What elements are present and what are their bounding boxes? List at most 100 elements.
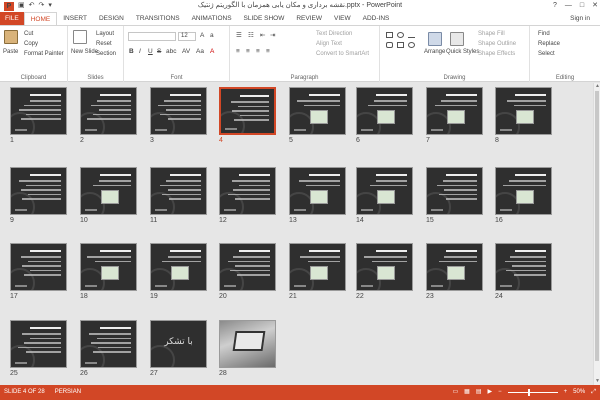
font-size-box[interactable]: 12 bbox=[178, 32, 196, 41]
slide-preview[interactable] bbox=[80, 167, 137, 215]
minimize-icon[interactable]: — bbox=[565, 0, 572, 12]
shadow-button[interactable]: abc bbox=[166, 48, 176, 56]
change-case-button[interactable]: Aa bbox=[196, 48, 204, 56]
convert-smartart-button[interactable]: Convert to SmartArt bbox=[316, 50, 369, 58]
zoom-out-button[interactable]: − bbox=[498, 385, 502, 400]
bold-button[interactable]: B bbox=[129, 48, 134, 56]
reading-view-icon[interactable]: ▤ bbox=[476, 385, 482, 400]
slide-preview[interactable] bbox=[289, 87, 346, 135]
replace-button[interactable]: Replace bbox=[538, 40, 560, 48]
slide-preview[interactable] bbox=[10, 167, 67, 215]
zoom-slider[interactable] bbox=[507, 389, 558, 396]
slide-thumbnail[interactable]: 5 bbox=[289, 87, 346, 144]
slide-preview[interactable] bbox=[495, 87, 552, 135]
char-spacing-button[interactable]: AV bbox=[182, 48, 190, 56]
slide-preview[interactable] bbox=[495, 167, 552, 215]
slide-thumbnail[interactable]: 2 bbox=[80, 87, 137, 144]
slide-thumbnail[interactable]: 7 bbox=[426, 87, 483, 144]
slide-thumbnail[interactable]: 28 bbox=[219, 320, 276, 377]
slide-thumbnail[interactable]: 21 bbox=[289, 243, 346, 300]
bullets-icon[interactable]: ☰ bbox=[236, 32, 242, 40]
zoom-in-button[interactable]: + bbox=[564, 385, 568, 400]
reset-button[interactable]: Reset bbox=[96, 40, 112, 48]
tab-animations[interactable]: ANIMATIONS bbox=[186, 12, 238, 25]
tab-view[interactable]: VIEW bbox=[328, 12, 357, 25]
new-slide-button[interactable]: New Slide bbox=[71, 48, 98, 56]
slide-thumbnail[interactable]: 6 bbox=[356, 87, 413, 144]
underline-button[interactable]: U bbox=[148, 48, 153, 56]
shape-effects-button[interactable]: Shape Effects bbox=[478, 50, 515, 58]
slide-preview[interactable] bbox=[289, 167, 346, 215]
slide-thumbnail[interactable]: 20 bbox=[219, 243, 276, 300]
shape-fill-button[interactable]: Shape Fill bbox=[478, 30, 505, 38]
decrease-indent-icon[interactable]: ⇤ bbox=[260, 32, 265, 40]
slide-preview[interactable] bbox=[80, 320, 137, 368]
slide-preview[interactable] bbox=[80, 87, 137, 135]
slide-thumbnail[interactable]: 25 bbox=[10, 320, 67, 377]
help-icon[interactable]: ? bbox=[553, 0, 557, 12]
scroll-down-icon[interactable]: ▼ bbox=[594, 378, 600, 385]
fit-to-window-icon[interactable]: ⤢ bbox=[591, 385, 596, 400]
slide-thumbnail[interactable]: 15 bbox=[426, 167, 483, 224]
slide-thumbnail[interactable]: 14 bbox=[356, 167, 413, 224]
redo-icon[interactable]: ↷ bbox=[39, 1, 45, 11]
sign-in-link[interactable]: Sign in bbox=[570, 12, 590, 25]
slide-preview[interactable] bbox=[356, 243, 413, 291]
justify-icon[interactable]: ≡ bbox=[266, 48, 270, 56]
slide-preview[interactable] bbox=[426, 87, 483, 135]
select-button[interactable]: Select bbox=[538, 50, 555, 58]
slide-preview[interactable] bbox=[219, 87, 276, 135]
font-color-button[interactable]: A bbox=[210, 48, 214, 56]
slide-thumbnail[interactable]: 3 bbox=[150, 87, 207, 144]
tab-add-ins[interactable]: ADD-INS bbox=[357, 12, 396, 25]
align-left-icon[interactable]: ≡ bbox=[236, 48, 240, 56]
slideshow-view-icon[interactable]: ▶ bbox=[488, 385, 493, 400]
tab-file[interactable]: FILE bbox=[0, 12, 24, 25]
slide-thumbnail[interactable]: 8 bbox=[495, 87, 552, 144]
slide-preview[interactable] bbox=[219, 320, 276, 368]
oval-shape-icon[interactable] bbox=[397, 32, 404, 38]
language-status[interactable]: PERSIAN bbox=[55, 385, 81, 400]
slide-preview[interactable] bbox=[356, 167, 413, 215]
numbering-icon[interactable]: ☷ bbox=[248, 32, 254, 40]
strikethrough-button[interactable]: S bbox=[157, 48, 161, 56]
arrange-button[interactable]: Arrange bbox=[424, 48, 445, 56]
slide-preview[interactable]: با تشکر bbox=[150, 320, 207, 368]
slide-preview[interactable] bbox=[150, 167, 207, 215]
zoom-level[interactable]: 50% bbox=[573, 385, 585, 400]
slide-thumbnail[interactable]: 19 bbox=[150, 243, 207, 300]
slide-thumbnail[interactable]: 24 bbox=[495, 243, 552, 300]
slide-thumbnail[interactable]: 16 bbox=[495, 167, 552, 224]
tab-slide-show[interactable]: SLIDE SHOW bbox=[238, 12, 291, 25]
slide-thumbnail[interactable]: 12 bbox=[219, 167, 276, 224]
cut-button[interactable]: Cut bbox=[24, 30, 33, 38]
tab-transitions[interactable]: TRANSITIONS bbox=[130, 12, 186, 25]
slide-thumbnail[interactable]: 23 bbox=[426, 243, 483, 300]
layout-button[interactable]: Layout bbox=[96, 30, 114, 38]
font-name-box[interactable] bbox=[128, 32, 176, 41]
slide-preview[interactable] bbox=[10, 243, 67, 291]
circle-shape-icon[interactable] bbox=[408, 42, 415, 48]
slide-preview[interactable] bbox=[150, 243, 207, 291]
text-direction-button[interactable]: Text Direction bbox=[316, 30, 352, 38]
slide-thumbnail[interactable]: 13 bbox=[289, 167, 346, 224]
scroll-up-icon[interactable]: ▲ bbox=[594, 83, 600, 90]
slide-preview[interactable] bbox=[10, 87, 67, 135]
slide-thumbnail[interactable]: 1 bbox=[10, 87, 67, 144]
arrange-icon[interactable] bbox=[428, 32, 442, 46]
copy-button[interactable]: Copy bbox=[24, 40, 38, 48]
scrollbar-thumb[interactable] bbox=[595, 91, 599, 361]
slide-preview[interactable] bbox=[426, 167, 483, 215]
line-shape-icon[interactable] bbox=[408, 32, 415, 38]
slide-thumbnail[interactable]: 26 bbox=[80, 320, 137, 377]
slide-preview[interactable] bbox=[150, 87, 207, 135]
paste-icon[interactable] bbox=[4, 30, 18, 44]
quick-styles-icon[interactable] bbox=[450, 32, 464, 46]
slide-thumbnail[interactable]: 18 bbox=[80, 243, 137, 300]
grow-font-icon[interactable]: A bbox=[200, 32, 204, 40]
slide-preview[interactable] bbox=[10, 320, 67, 368]
triangle-shape-icon[interactable] bbox=[397, 42, 404, 48]
tab-insert[interactable]: INSERT bbox=[57, 12, 93, 25]
slide-preview[interactable] bbox=[80, 243, 137, 291]
slide-preview[interactable] bbox=[495, 243, 552, 291]
